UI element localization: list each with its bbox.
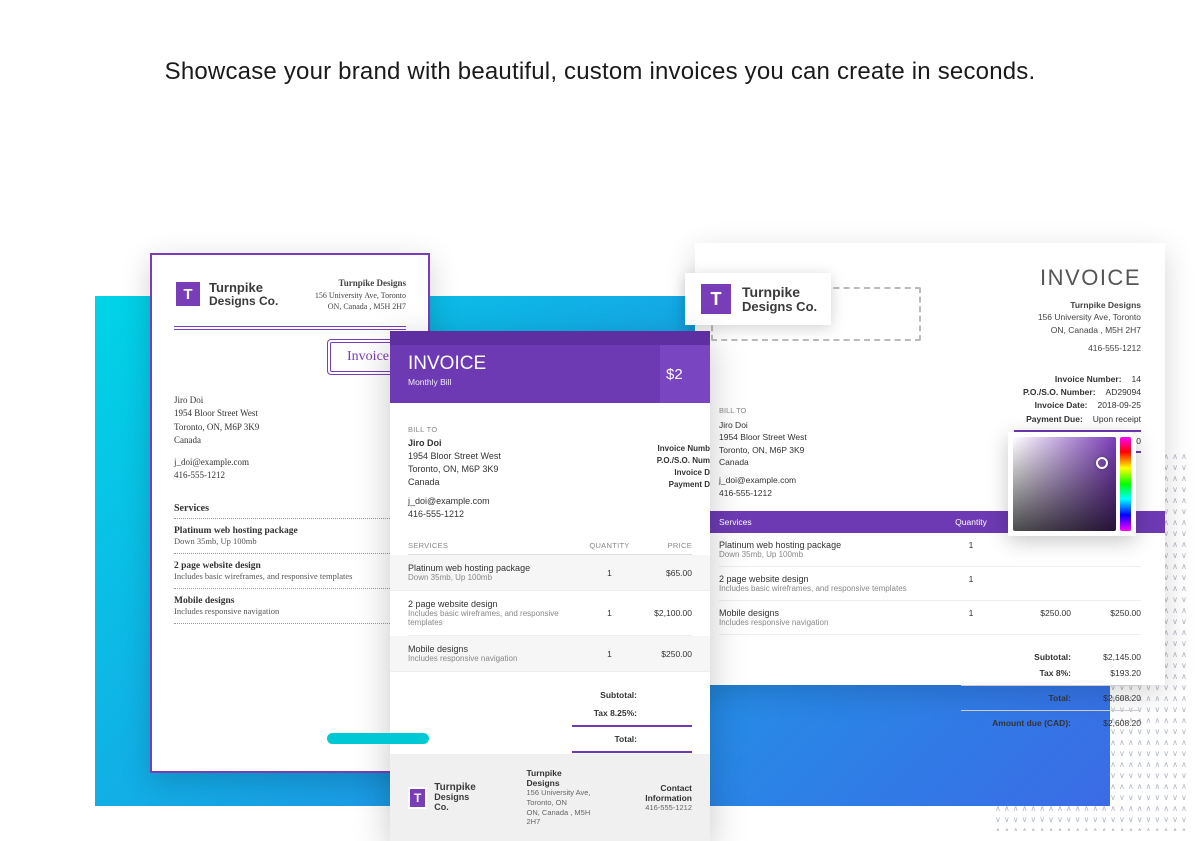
line-item: Mobile designsIncludes responsive naviga… xyxy=(390,636,710,672)
invoice-template-classic: T Turnpike Designs Co. Turnpike Designs … xyxy=(150,253,430,773)
logo: T Turnpike Designs Co. xyxy=(408,783,478,812)
logo-icon: T xyxy=(699,282,733,316)
accent-pill xyxy=(327,733,429,744)
bill-to-label: BILL TO xyxy=(408,425,692,434)
invoice-meta: Invoice Numb P.O./S.O. Num Invoice D Pay… xyxy=(640,443,710,491)
line-item: 2 page website design Includes basic wir… xyxy=(174,554,406,589)
totals: Subtotal:$2,145.00 Tax 8%:$193.20 Total:… xyxy=(719,649,1141,731)
company-address: Turnpike Designs 156 University Ave, Tor… xyxy=(315,277,406,312)
color-cursor-icon[interactable] xyxy=(1096,457,1108,469)
footer: T Turnpike Designs Co. Turnpike Designs … xyxy=(390,754,710,841)
line-item: 2 page website designIncludes basic wire… xyxy=(719,567,1141,601)
bill-to: Jiro Doi 1954 Bloor Street West Toronto,… xyxy=(174,372,406,483)
brand-line2: Designs Co. xyxy=(209,295,278,308)
line-item: 2 page website designIncludes basic wire… xyxy=(408,591,692,636)
saturation-lightness-panel[interactable] xyxy=(1013,437,1116,531)
line-item: Platinum web hosting packageDown 35mb, U… xyxy=(390,555,710,591)
logo-icon: T xyxy=(408,787,427,809)
banner-amount: $2 xyxy=(660,345,710,403)
divider xyxy=(174,326,406,330)
logo-icon: T xyxy=(174,280,202,308)
items-table: SERVICES QUANTITY PRICE Platinum web hos… xyxy=(408,541,692,672)
brand-line1: Turnpike xyxy=(209,281,278,295)
showcase-stage: ∧∧∧∧∧∧∧∧∧∧∧∧∧∧∧∧∧∧∧∧∧∧ ∨∨∨∨∨∨∨∨∨∨∨∨∨∨∨∨∨… xyxy=(0,126,1200,746)
line-item: Mobile designs Includes responsive navig… xyxy=(174,589,406,624)
color-picker[interactable] xyxy=(1008,432,1136,536)
logo-card-draggable[interactable]: T Turnpike Designs Co. xyxy=(685,273,831,325)
headline: Showcase your brand with beautiful, cust… xyxy=(0,0,1200,126)
invoice-template-modern: INVOICE Monthly Bill $2 BILL TO Jiro Doi… xyxy=(390,331,710,841)
banner: INVOICE Monthly Bill $2 xyxy=(390,331,710,403)
logo: T Turnpike Designs Co. xyxy=(174,277,278,312)
services-header: Services xyxy=(174,503,406,519)
line-item: Platinum web hosting packageDown 35mb, U… xyxy=(719,533,1141,567)
line-item: Platinum web hosting package Down 35mb, … xyxy=(174,519,406,554)
line-item: Mobile designsIncludes responsive naviga… xyxy=(719,601,1141,635)
hue-slider[interactable] xyxy=(1120,437,1131,531)
